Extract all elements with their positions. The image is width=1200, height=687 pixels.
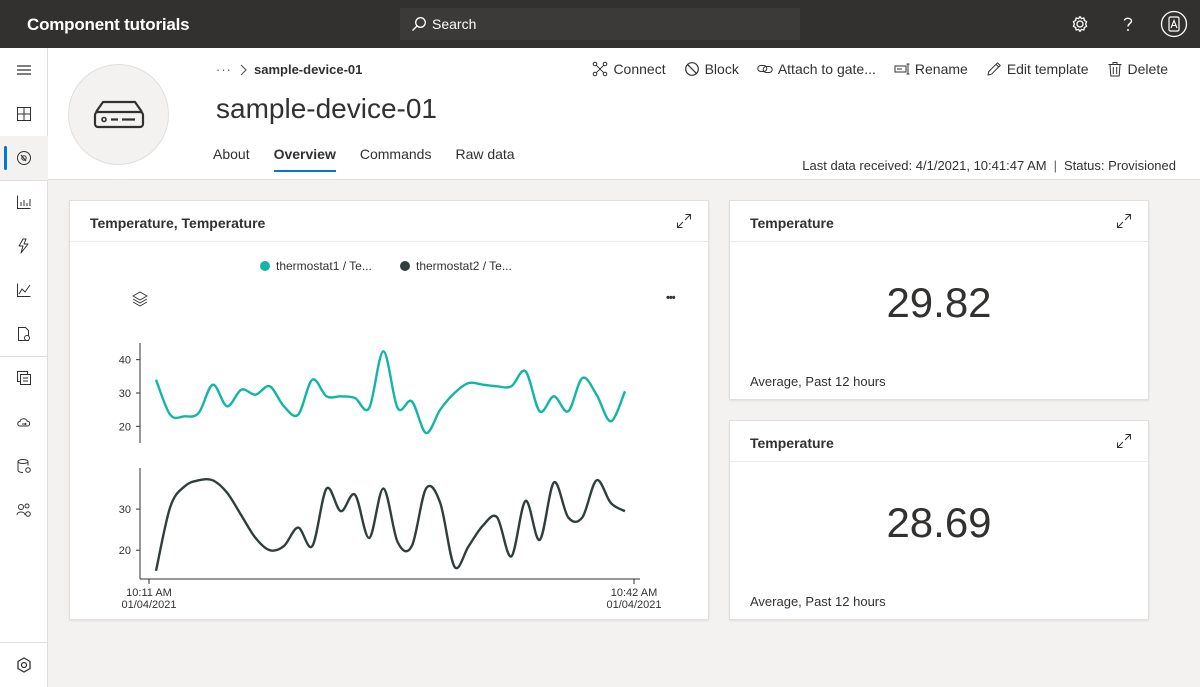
breadcrumb-overflow[interactable]: ··· — [216, 62, 232, 77]
menu-toggle[interactable] — [0, 48, 48, 92]
breadcrumb-current: sample-device-01 — [254, 62, 363, 77]
tab-bar: About Overview Commands Raw data — [213, 144, 539, 172]
block-label: Block — [704, 61, 739, 77]
account-icon[interactable] — [1160, 10, 1188, 38]
last-data-received: Last data received: 4/1/2021, 10:41:47 A… — [802, 158, 1047, 173]
top-bar: Component tutorials Search — [0, 0, 1200, 48]
connect-label: Connect — [613, 61, 666, 77]
line-chart-card: Temperature, Temperature thermostat1 / T… — [69, 200, 709, 620]
hexagon-icon — [17, 657, 31, 673]
nav-devices[interactable] — [0, 136, 48, 180]
cloud-sync-icon — [17, 418, 31, 427]
nav-customization[interactable] — [0, 643, 48, 687]
left-nav-rail — [0, 48, 48, 687]
analytics-icon — [17, 283, 31, 297]
connect-icon — [593, 61, 608, 77]
y-tick-label: 20 — [119, 421, 131, 433]
kpi-value: 28.69 — [886, 499, 992, 546]
users-settings-icon — [16, 503, 31, 517]
app-title[interactable]: Component tutorials — [27, 15, 190, 35]
series-line-1 — [154, 350, 627, 435]
edit-template-button[interactable]: Edit template — [986, 61, 1089, 77]
line-chart: 203040203010:11 AM01/04/202110:42 AM01/0… — [119, 343, 662, 611]
edit-template-label: Edit template — [1006, 61, 1089, 77]
help-icon[interactable] — [1116, 12, 1140, 36]
gear-icon[interactable] — [1068, 12, 1092, 36]
card-header: Temperature — [730, 201, 1148, 242]
nav-data-settings[interactable] — [0, 444, 48, 488]
page-title: sample-device-01 — [216, 93, 437, 124]
card-title: Temperature — [750, 435, 834, 451]
tab-about[interactable]: About — [213, 144, 250, 172]
nav-rules[interactable] — [0, 224, 48, 268]
device-icon — [93, 100, 145, 129]
device-avatar — [68, 64, 169, 165]
breadcrumb: ··· sample-device-01 — [216, 62, 362, 77]
series-line-2 — [154, 477, 626, 572]
tab-commands[interactable]: Commands — [360, 144, 432, 172]
tab-overview[interactable]: Overview — [273, 144, 336, 172]
y-tick-label: 40 — [119, 355, 131, 367]
connect-button[interactable]: Connect — [592, 61, 666, 77]
y-tick-label: 30 — [119, 504, 131, 516]
rename-button[interactable]: Rename — [894, 61, 968, 77]
delete-button[interactable]: Delete — [1107, 61, 1168, 77]
search-placeholder: Search — [432, 16, 477, 32]
block-button[interactable]: Block — [684, 61, 739, 77]
x-tick-date-label: 01/04/2021 — [606, 599, 661, 611]
device-groups-icon — [17, 195, 31, 209]
devices-icon — [17, 151, 31, 165]
search-icon — [412, 17, 426, 31]
nav-device-templates[interactable] — [0, 356, 48, 400]
provisioning-status: Status: Provisioned — [1063, 158, 1176, 173]
expand-icon[interactable] — [1116, 433, 1132, 449]
card-title: Temperature — [750, 215, 834, 231]
kpi-caption: Average, Past 12 hours — [750, 594, 886, 609]
hamburger-icon — [17, 65, 31, 75]
database-settings-icon — [17, 459, 31, 473]
expand-icon[interactable] — [1116, 213, 1132, 229]
y-tick-label: 20 — [119, 545, 131, 557]
trash-icon — [1108, 62, 1122, 77]
rules-icon — [18, 238, 29, 254]
x-tick-date-label: 01/04/2021 — [121, 599, 176, 611]
nav-data-export[interactable] — [0, 400, 48, 444]
nav-dashboards[interactable] — [0, 92, 48, 136]
delete-label: Delete — [1127, 61, 1168, 77]
block-icon — [684, 62, 699, 76]
x-tick-time-label: 10:42 AM — [611, 587, 657, 599]
link-icon — [757, 65, 773, 73]
device-templates-icon — [17, 371, 31, 385]
tab-raw-data[interactable]: Raw data — [455, 144, 514, 172]
y-tick-label: 30 — [119, 388, 131, 400]
kpi-caption: Average, Past 12 hours — [750, 374, 886, 389]
command-bar: Connect Block Attach to gate... Rename E… — [592, 61, 1168, 77]
device-status-line: Last data received: 4/1/2021, 10:41:47 A… — [802, 158, 1176, 173]
nav-device-groups[interactable] — [0, 180, 48, 224]
pencil-icon — [987, 62, 1001, 76]
kpi-value: 29.82 — [886, 279, 992, 326]
dashboard-icon — [17, 107, 31, 121]
kpi-card-1: Temperature 29.82 Average, Past 12 hours — [729, 200, 1149, 400]
x-tick-time-label: 10:11 AM — [126, 587, 172, 599]
device-header: ··· sample-device-01 sample-device-01 Ab… — [48, 48, 1200, 180]
attach-label: Attach to gate... — [777, 61, 876, 77]
chevron-right-icon — [240, 64, 247, 75]
rename-label: Rename — [914, 61, 968, 77]
card-header: Temperature — [730, 421, 1148, 462]
search-box[interactable]: Search — [400, 8, 800, 40]
jobs-icon — [18, 327, 30, 341]
rename-icon — [894, 63, 910, 75]
nav-permissions[interactable] — [0, 488, 48, 532]
nav-jobs[interactable] — [0, 312, 48, 356]
nav-analytics[interactable] — [0, 268, 48, 312]
status-separator: | — [1053, 158, 1057, 173]
kpi-card-2: Temperature 28.69 Average, Past 12 hours — [729, 420, 1149, 620]
attach-to-gateway-button[interactable]: Attach to gate... — [757, 61, 876, 77]
